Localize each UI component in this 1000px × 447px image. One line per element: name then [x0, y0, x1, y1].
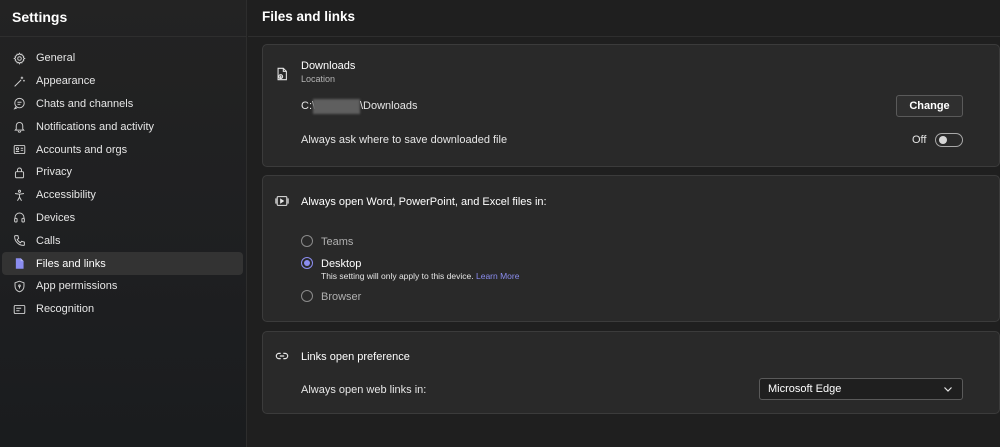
radio-selected-dot [304, 260, 310, 266]
sidebar-item-calls[interactable]: Calls [2, 229, 243, 252]
sidebar-item-app-permissions[interactable]: App permissions [2, 275, 243, 298]
sidebar-item-label: Devices [36, 211, 76, 224]
settings-sidebar: Settings General Appearance Chats and ch… [0, 0, 247, 447]
gear-icon [12, 51, 26, 65]
sidebar-item-label: App permissions [36, 280, 118, 293]
radio-browser-label: Browser [321, 291, 362, 303]
links-card: Links open preference Always open web li… [262, 331, 1000, 414]
headset-icon [12, 211, 26, 225]
magic-wand-icon [12, 74, 26, 88]
chat-bubble-icon [12, 97, 26, 111]
sidebar-item-label: Recognition [36, 303, 95, 316]
bell-icon [12, 120, 26, 134]
always-ask-label: Always ask where to save downloaded file [301, 134, 508, 146]
header-divider [248, 36, 1000, 37]
lock-icon [12, 165, 26, 179]
links-heading: Links open preference [301, 351, 410, 363]
sidebar-item-notifications[interactable]: Notifications and activity [2, 115, 243, 138]
sidebar-item-label: Chats and channels [36, 97, 134, 110]
redacted-username [313, 99, 360, 114]
open-files-card: Always open Word, PowerPoint, and Excel … [262, 175, 1000, 322]
sidebar-item-chats-and-channels[interactable]: Chats and channels [2, 93, 243, 116]
sidebar-item-general[interactable]: General [2, 47, 243, 70]
learn-more-link[interactable]: Learn More [476, 271, 519, 281]
phone-icon [12, 234, 26, 248]
page-title: Files and links [262, 9, 356, 24]
downloads-subheading: Location [301, 74, 336, 84]
radio-browser[interactable] [301, 290, 313, 302]
sidebar-item-recognition[interactable]: Recognition [2, 298, 243, 321]
recognition-icon [12, 302, 26, 316]
shield-icon [12, 279, 26, 293]
sidebar-item-devices[interactable]: Devices [2, 207, 243, 230]
web-links-label: Always open web links in: [301, 384, 427, 396]
open-in-app-icon [275, 194, 289, 208]
sidebar-item-label: Files and links [36, 257, 106, 270]
main-panel: Files and links Downloads Location C:\ \… [248, 0, 1000, 447]
browser-select[interactable]: Microsoft Edge [759, 378, 963, 400]
sidebar-item-appearance[interactable]: Appearance [2, 70, 243, 93]
sidebar-item-files-and-links[interactable]: Files and links [2, 252, 243, 275]
sidebar-title: Settings [12, 9, 68, 25]
desktop-note: This setting will only apply to this dev… [321, 271, 519, 281]
toggle-state-label: Off [912, 134, 927, 146]
sidebar-item-label: Accounts and orgs [36, 143, 128, 156]
downloads-card: Downloads Location C:\ \Downloads Change… [262, 44, 1000, 167]
downloads-heading: Downloads [301, 60, 356, 72]
accessibility-icon [12, 188, 26, 202]
download-path-suffix: \Downloads [360, 100, 418, 112]
radio-teams[interactable] [301, 235, 313, 247]
sidebar-item-label: Privacy [36, 166, 73, 179]
file-download-icon [275, 67, 289, 81]
radio-desktop-label: Desktop [321, 258, 362, 270]
always-ask-toggle[interactable] [935, 133, 963, 147]
sidebar-item-label: Notifications and activity [36, 120, 154, 133]
sidebar-item-label: Accessibility [36, 189, 96, 202]
sidebar-item-label: Calls [36, 234, 61, 247]
link-icon [275, 349, 289, 363]
document-icon [12, 257, 26, 271]
open-files-heading: Always open Word, PowerPoint, and Excel … [301, 196, 547, 208]
browser-select-value: Microsoft Edge [768, 383, 842, 395]
sidebar-item-label: Appearance [36, 75, 96, 88]
chevron-down-icon [943, 384, 953, 394]
radio-desktop[interactable] [301, 257, 313, 269]
toggle-knob [939, 136, 947, 144]
desktop-note-text: This setting will only apply to this dev… [321, 271, 474, 281]
radio-teams-label: Teams [321, 236, 354, 248]
change-location-button[interactable]: Change [896, 95, 963, 117]
sidebar-item-accessibility[interactable]: Accessibility [2, 184, 243, 207]
sidebar-item-accounts-and-orgs[interactable]: Accounts and orgs [2, 138, 243, 161]
sidebar-nav: General Appearance Chats and channels No… [2, 47, 243, 321]
sidebar-item-privacy[interactable]: Privacy [2, 161, 243, 184]
sidebar-item-label: General [36, 52, 76, 65]
sidebar-divider [0, 36, 247, 37]
id-card-icon [12, 143, 26, 157]
